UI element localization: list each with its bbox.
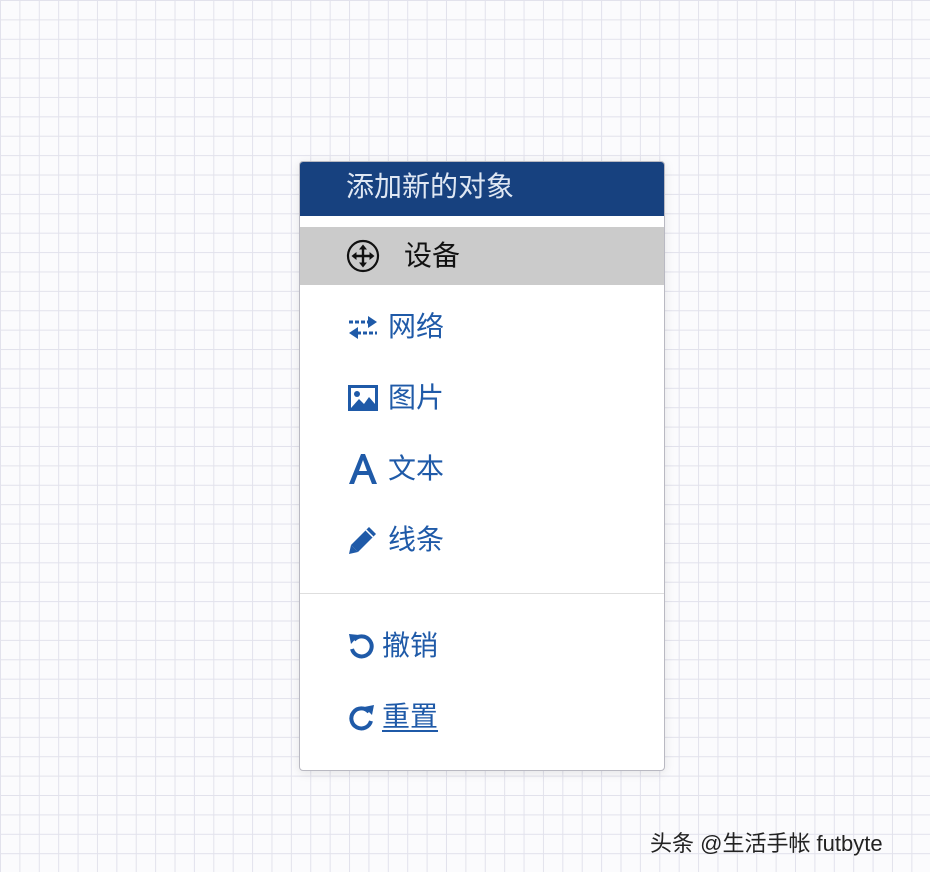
image-icon [346, 381, 380, 415]
pencil-icon [346, 523, 380, 557]
add-object-menu: 添加新的对象 设备 网络 图片 文本 线条 撤销 重置 [299, 161, 665, 771]
menu-item-undo[interactable]: 撤销 [300, 617, 664, 675]
menu-item-network[interactable]: 网络 [300, 298, 664, 356]
menu-item-device[interactable]: 设备 [300, 227, 664, 285]
move-arrows-icon [346, 239, 380, 273]
menu-item-label: 设备 [404, 239, 461, 272]
menu-item-label: 网络 [388, 310, 445, 343]
menu-item-label: 图片 [388, 381, 445, 414]
menu-title: 添加新的对象 [300, 162, 664, 216]
menu-divider [300, 593, 664, 594]
menu-item-image[interactable]: 图片 [300, 369, 664, 427]
menu-item-label: 线条 [388, 523, 445, 556]
menu-item-reset[interactable]: 重置 [300, 688, 664, 746]
watermark: 头条 @生活手帐 futbyte [650, 831, 883, 856]
swap-arrows-icon [346, 310, 380, 344]
menu-item-label: 文本 [388, 452, 445, 485]
text-a-icon [346, 452, 380, 486]
redo-icon [344, 700, 378, 734]
menu-item-label: 重置 [382, 700, 439, 733]
menu-item-text[interactable]: 文本 [300, 440, 664, 498]
menu-item-label: 撤销 [382, 629, 439, 662]
undo-icon [344, 629, 378, 663]
menu-item-line[interactable]: 线条 [300, 511, 664, 569]
